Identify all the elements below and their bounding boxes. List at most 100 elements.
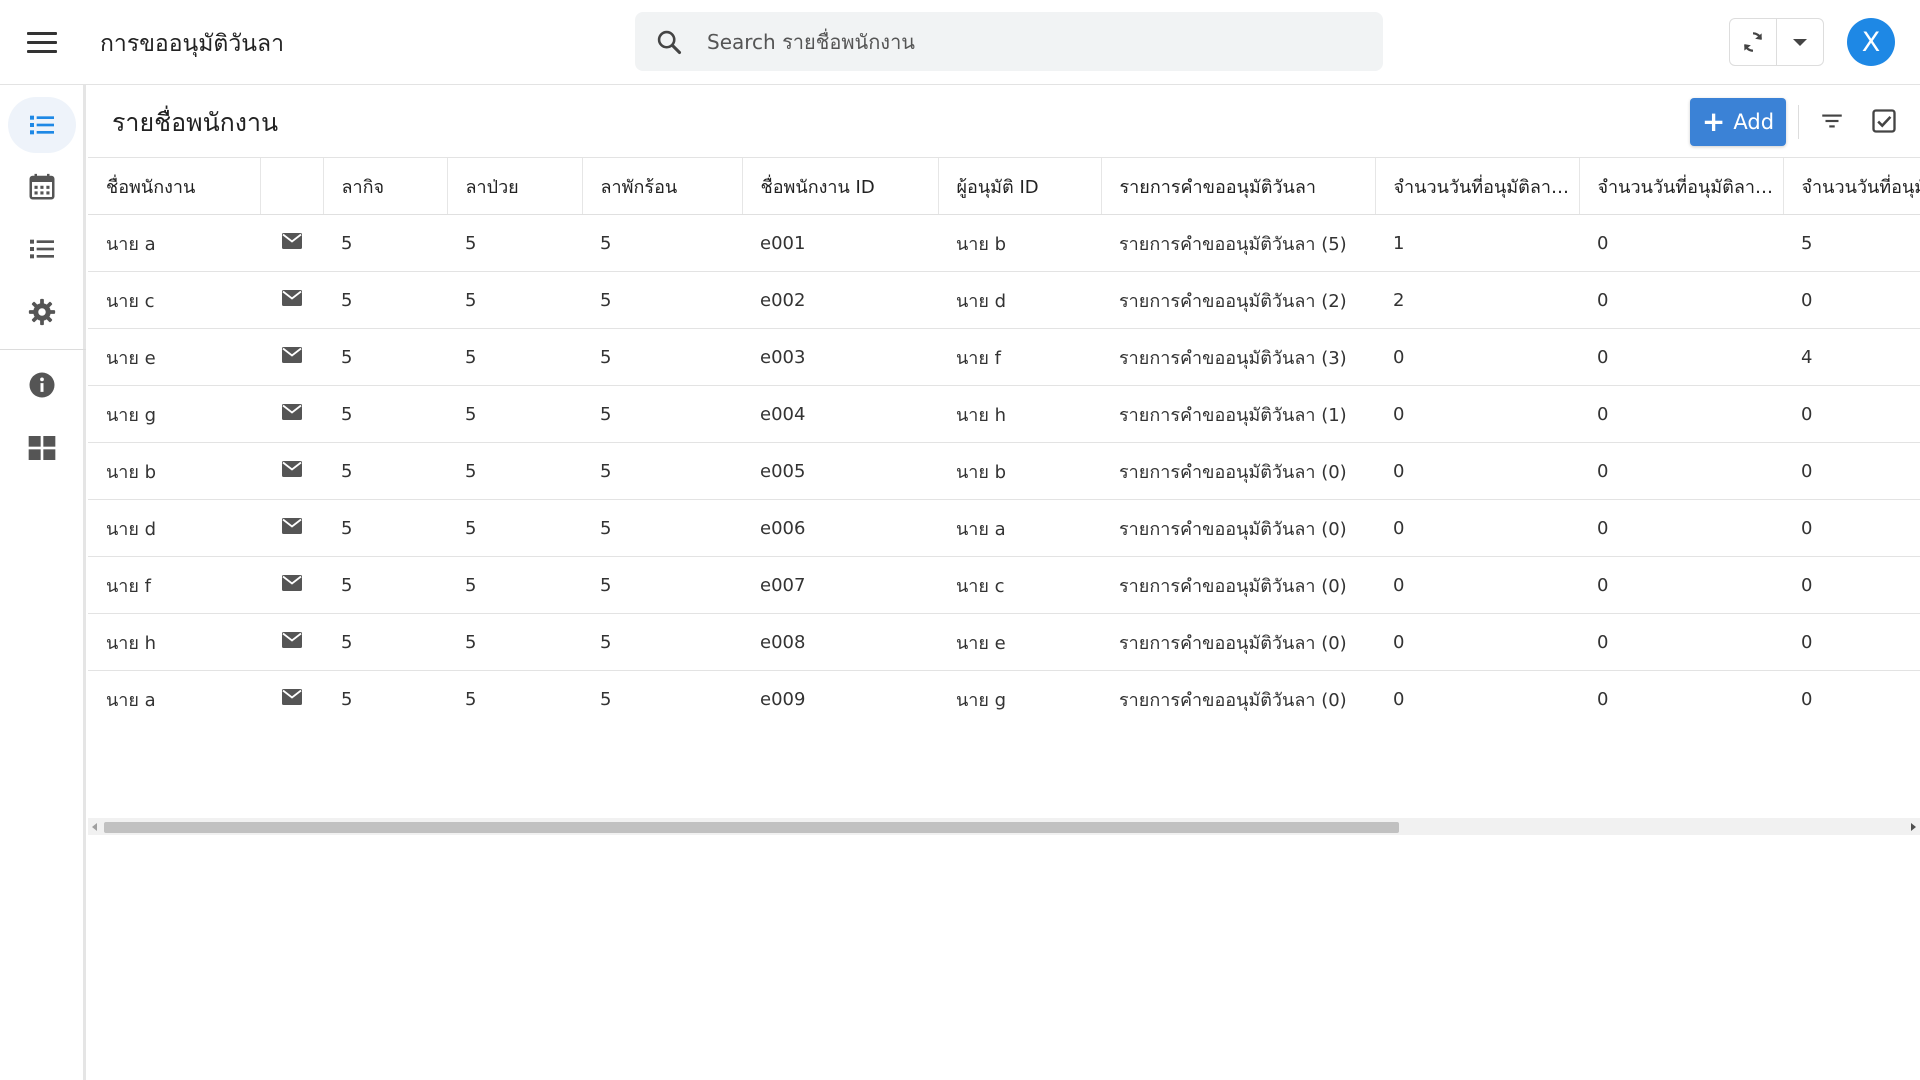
column-header[interactable]: ลาป่วย — [446, 157, 582, 215]
send-mail-button[interactable] — [260, 385, 323, 443]
table-cell: 5 — [323, 442, 447, 500]
horizontal-scrollbar[interactable] — [88, 818, 1920, 835]
column-header[interactable]: จำนวนวันที่อนุมั — [1782, 157, 1920, 215]
table-row[interactable]: นาย a 5 5 5 e001 นาย b รายการคำขออนุมัติวันลา … — [88, 214, 1920, 272]
table-row[interactable]: นาย h 5 5 5 e008 นาย e รายการคำขออนุมัติวันลา … — [88, 613, 1920, 671]
column-header[interactable]: จำนวนวันที่อนุมัติลาป่... — [1578, 157, 1783, 215]
table-cell: 5 — [323, 670, 447, 717]
table-cell: นาย a — [938, 499, 1101, 557]
sync-button[interactable] — [1730, 19, 1777, 65]
mail-icon — [281, 574, 302, 591]
table-cell: 5 — [447, 499, 582, 557]
table-row[interactable]: นาย d 5 5 5 e006 นาย a รายการคำขออนุมัติวันลา … — [88, 499, 1920, 557]
sidebar-item-list[interactable] — [8, 221, 76, 277]
table-cell: 0 — [1783, 556, 1920, 614]
sidebar-divider — [0, 349, 86, 350]
column-header[interactable]: ชื่อพนักงาน ID — [741, 157, 938, 215]
table-row[interactable]: นาย c 5 5 5 e002 นาย d รายการคำขออนุมัติวันลา … — [88, 271, 1920, 329]
filter-button[interactable] — [1814, 103, 1850, 139]
send-mail-button[interactable] — [260, 670, 323, 717]
sidebar-item-settings[interactable] — [8, 284, 76, 340]
send-mail-button[interactable] — [260, 556, 323, 614]
scrollbar-thumb[interactable] — [104, 822, 1399, 833]
mail-icon — [281, 289, 302, 306]
table-cell: 0 — [1783, 271, 1920, 329]
table-cell: 0 — [1579, 670, 1783, 717]
column-header[interactable]: ลาพักร้อน — [581, 157, 742, 215]
scroll-left-arrow-icon[interactable] — [92, 823, 97, 831]
table-row[interactable]: นาย e 5 5 5 e003 นาย f รายการคำขออนุมัติวันลา … — [88, 328, 1920, 386]
mail-icon — [281, 631, 302, 648]
table-cell: นาย h — [88, 613, 260, 671]
table-cell: e004 — [742, 385, 938, 443]
table-cell[interactable]: รายการคำขออนุมัติวันลา (0) — [1101, 670, 1375, 717]
table-cell: นาย d — [88, 499, 260, 557]
column-header[interactable]: ลากิจ — [322, 157, 447, 215]
send-mail-button[interactable] — [260, 214, 323, 272]
table-cell: 0 — [1375, 499, 1579, 557]
table-cell: 0 — [1375, 670, 1579, 717]
table-cell[interactable]: รายการคำขออนุมัติวันลา (3) — [1101, 328, 1375, 386]
avatar[interactable]: X — [1847, 18, 1895, 66]
table-cell: e009 — [742, 670, 938, 717]
column-header[interactable]: ผู้อนุมัติ ID — [937, 157, 1101, 215]
table-cell[interactable]: รายการคำขออนุมัติวันลา (0) — [1101, 442, 1375, 500]
table-cell[interactable]: รายการคำขออนุมัติวันลา (0) — [1101, 613, 1375, 671]
table-cell: 5 — [323, 328, 447, 386]
add-button[interactable]: + Add — [1690, 98, 1786, 146]
mail-icon — [281, 403, 302, 420]
table-row[interactable]: นาย f 5 5 5 e007 นาย c รายการคำขออนุมัติวันลา … — [88, 556, 1920, 614]
table-cell[interactable]: รายการคำขออนุมัติวันลา (5) — [1101, 214, 1375, 272]
table-cell: นาย g — [88, 385, 260, 443]
table-cell: 0 — [1783, 670, 1920, 717]
sync-dropdown-button[interactable] — [1777, 19, 1823, 65]
send-mail-button[interactable] — [260, 328, 323, 386]
column-header[interactable]: จำนวนวันที่อนุมัติลากิ... — [1374, 157, 1579, 215]
table-row[interactable]: นาย b 5 5 5 e005 นาย b รายการคำขออนุมัติวันลา … — [88, 442, 1920, 500]
table-cell: 0 — [1783, 499, 1920, 557]
mail-icon — [281, 346, 302, 363]
table-cell: e007 — [742, 556, 938, 614]
search-bar[interactable] — [635, 12, 1383, 71]
gear-icon — [28, 298, 56, 326]
send-mail-button[interactable] — [260, 499, 323, 557]
sidebar — [0, 85, 86, 1080]
sidebar-item-dashboard[interactable] — [8, 420, 76, 476]
table-cell[interactable]: รายการคำขออนุมัติวันลา (2) — [1101, 271, 1375, 329]
table-cell: 0 — [1579, 328, 1783, 386]
column-header[interactable]: รายการคำขออนุมัติวันลา — [1100, 157, 1375, 215]
table-cell: นาย c — [88, 271, 260, 329]
table-cell: 5 — [323, 556, 447, 614]
table-cell: 5 — [582, 556, 742, 614]
column-header[interactable] — [259, 157, 323, 215]
sidebar-item-list-view[interactable] — [8, 97, 76, 153]
search-icon — [657, 30, 682, 55]
search-input[interactable] — [707, 22, 1347, 62]
sidebar-item-info[interactable] — [8, 357, 76, 413]
table-cell: 5 — [447, 670, 582, 717]
checkbox-icon — [1872, 109, 1896, 133]
table-row[interactable]: นาย a 5 5 5 e009 นาย g รายการคำขออนุมัติวันลา … — [88, 670, 1920, 717]
table-cell: 0 — [1375, 442, 1579, 500]
select-all-button[interactable] — [1866, 103, 1902, 139]
column-header[interactable]: ชื่อพนักงาน — [88, 157, 260, 215]
table-cell: e002 — [742, 271, 938, 329]
sidebar-item-calendar[interactable] — [8, 159, 76, 215]
send-mail-button[interactable] — [260, 442, 323, 500]
table-cell: 5 — [582, 670, 742, 717]
caret-down-icon — [1793, 38, 1807, 46]
table-cell[interactable]: รายการคำขออนุมัติวันลา (0) — [1101, 499, 1375, 557]
table-cell: 5 — [323, 214, 447, 272]
hamburger-menu-icon[interactable] — [22, 24, 62, 60]
scroll-right-arrow-icon[interactable] — [1911, 823, 1916, 831]
table-row[interactable]: นาย g 5 5 5 e004 นาย h รายการคำขออนุมัติวันลา … — [88, 385, 1920, 443]
page-title: รายชื่อพนักงาน — [112, 108, 279, 137]
table-cell[interactable]: รายการคำขออนุมัติวันลา (1) — [1101, 385, 1375, 443]
send-mail-button[interactable] — [260, 271, 323, 329]
table-cell: 5 — [323, 271, 447, 329]
send-mail-button[interactable] — [260, 613, 323, 671]
table-cell: 5 — [447, 385, 582, 443]
table-cell: 0 — [1579, 214, 1783, 272]
table-cell[interactable]: รายการคำขออนุมัติวันลา (0) — [1101, 556, 1375, 614]
table-cell: 0 — [1783, 613, 1920, 671]
